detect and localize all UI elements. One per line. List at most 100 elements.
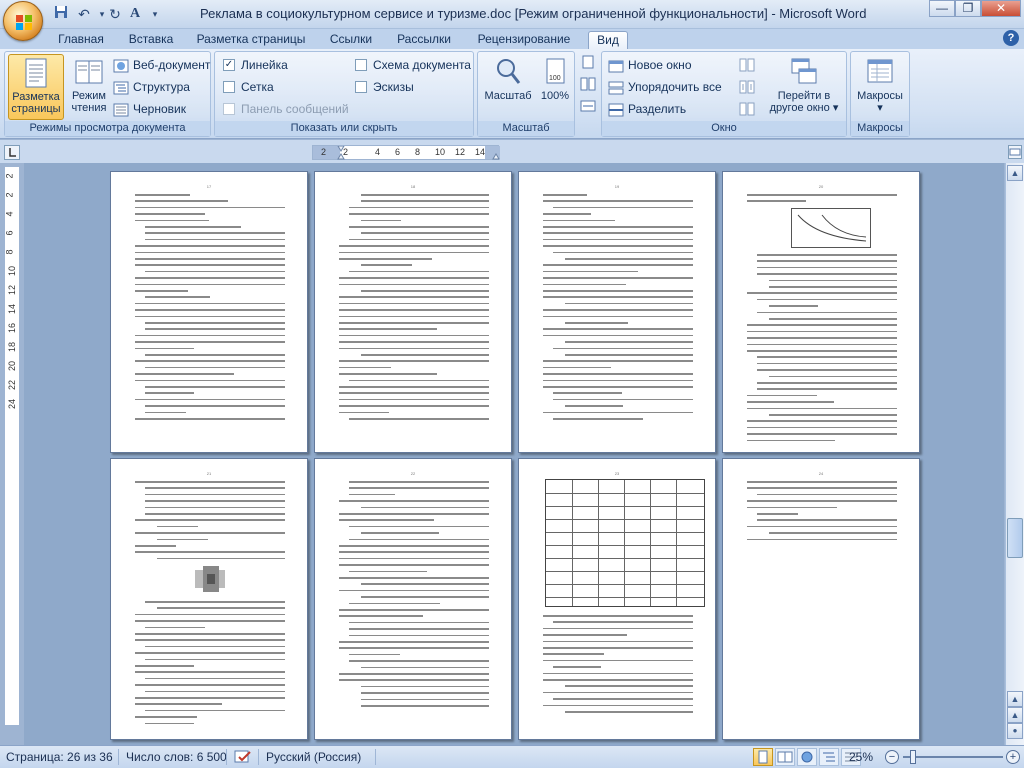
- status-reading-button[interactable]: [775, 748, 795, 766]
- document-page[interactable]: 20: [722, 171, 920, 453]
- zoom-out-button[interactable]: −: [885, 750, 899, 764]
- text-line: [135, 716, 197, 718]
- web-layout-icon: [113, 59, 129, 73]
- text-line: [349, 493, 395, 496]
- ruler-checkbox[interactable]: ✓ Линейка: [223, 56, 288, 75]
- save-icon[interactable]: [52, 5, 70, 23]
- reset-window-position-icon[interactable]: [739, 102, 755, 116]
- synchronous-scrolling-icon[interactable]: [739, 80, 755, 94]
- zoom-slider-thumb[interactable]: [910, 750, 916, 764]
- view-ruler-button[interactable]: [1008, 145, 1022, 159]
- document-page[interactable]: 22: [314, 458, 512, 740]
- full-screen-reading-button[interactable]: Режим чтения: [67, 54, 111, 120]
- zoom-100-button[interactable]: 100 100%: [538, 54, 572, 120]
- two-pages-icon[interactable]: [580, 77, 596, 91]
- text-line: [747, 337, 897, 339]
- text-line: [543, 238, 693, 241]
- text-line: [339, 564, 489, 566]
- draft-button[interactable]: Черновик: [113, 100, 186, 119]
- text-line: [543, 691, 693, 694]
- document-page[interactable]: 19: [518, 171, 716, 453]
- vertical-scrollbar[interactable]: ▲ ▲ ▲ ●: [1005, 163, 1024, 745]
- minimize-button[interactable]: —: [929, 0, 955, 17]
- text-line: [349, 418, 489, 420]
- page-width-icon[interactable]: [580, 99, 596, 113]
- undo-icon[interactable]: ↶: [75, 5, 93, 23]
- macros-label: Макросы: [857, 90, 903, 102]
- status-outline-icon: [823, 752, 835, 762]
- text-line: [747, 407, 897, 410]
- language-indicator[interactable]: Русский (Россия): [266, 750, 361, 764]
- switch-windows-button[interactable]: Перейти в другое окно ▾: [766, 54, 842, 120]
- print-layout-button[interactable]: Разметка страницы: [8, 54, 64, 120]
- view-side-by-side-icon[interactable]: [739, 58, 755, 72]
- document-page[interactable]: 17: [110, 171, 308, 453]
- split-icon: [608, 103, 624, 117]
- h-ruler-tick: 10: [435, 147, 446, 157]
- text-line: [553, 698, 693, 700]
- text-line: [135, 360, 285, 362]
- tab-view[interactable]: Вид: [588, 31, 628, 49]
- group-zoom: Масштаб 100 100% Масштаб: [477, 51, 575, 137]
- document-page[interactable]: 21: [110, 458, 308, 740]
- text-line: [339, 283, 489, 286]
- one-page-icon[interactable]: [580, 55, 596, 69]
- tab-references[interactable]: Ссылки: [323, 31, 379, 49]
- document-map-checkbox[interactable]: Схема документа: [355, 56, 471, 75]
- ruler-check-icon: ✓: [223, 58, 235, 71]
- restore-button[interactable]: ❐: [955, 0, 981, 17]
- document-page[interactable]: 24: [722, 458, 920, 740]
- text-line: [339, 366, 391, 369]
- status-web-button[interactable]: [797, 748, 817, 766]
- vertical-ruler[interactable]: 2 2 4 6 8 10 12 14 16 18 20 22 24: [4, 166, 20, 726]
- scroll-up-button[interactable]: ▲: [1007, 165, 1023, 181]
- tab-selector-button[interactable]: [4, 145, 20, 160]
- document-page[interactable]: 23: [518, 458, 716, 740]
- outline-icon: [113, 81, 129, 95]
- help-icon[interactable]: ?: [1003, 30, 1019, 46]
- qat-customize-icon[interactable]: ▾: [146, 5, 164, 23]
- page-counter[interactable]: Страница: 26 из 36: [6, 750, 113, 764]
- web-layout-button[interactable]: Веб-документ: [113, 56, 210, 75]
- tab-mailings[interactable]: Рассылки: [391, 31, 457, 49]
- split-label: Разделить: [628, 102, 687, 116]
- select-browse-object-button[interactable]: ●: [1007, 723, 1023, 739]
- zoom-level[interactable]: 25%: [849, 750, 873, 764]
- arrange-all-icon: [608, 81, 624, 95]
- new-window-button[interactable]: Новое окно: [608, 56, 692, 75]
- scroll-thumb[interactable]: [1007, 518, 1023, 558]
- h-ruler-tick: 4: [375, 147, 381, 157]
- document-page[interactable]: 18: [314, 171, 512, 453]
- arrange-all-button[interactable]: Упорядочить все: [608, 78, 722, 97]
- tab-page-layout[interactable]: Разметка страницы: [194, 31, 308, 49]
- word-count[interactable]: Число слов: 6 500: [126, 750, 227, 764]
- zoom-label: Масштаб: [484, 90, 532, 102]
- text-line: [135, 213, 205, 215]
- outline-button[interactable]: Структура: [113, 78, 190, 97]
- tab-review[interactable]: Рецензирование: [471, 31, 577, 49]
- thumbnails-checkbox[interactable]: Эскизы: [355, 78, 414, 97]
- zoom-slider-track[interactable]: [903, 756, 1003, 758]
- status-print-layout-button[interactable]: [753, 748, 773, 766]
- zoom-button[interactable]: Масштаб: [482, 54, 534, 120]
- status-outline-button[interactable]: [819, 748, 839, 766]
- macros-button[interactable]: Макросы ▾: [853, 54, 907, 120]
- split-button[interactable]: Разделить: [608, 100, 686, 119]
- close-button[interactable]: ✕: [981, 0, 1021, 17]
- format-icon[interactable]: A: [126, 5, 144, 23]
- tab-home[interactable]: Главная: [52, 31, 110, 49]
- horizontal-ruler[interactable]: 2 2 4 6 8 10 12 14: [312, 145, 500, 160]
- previous-page-button[interactable]: ▲: [1007, 707, 1023, 723]
- spelling-check-icon[interactable]: [234, 750, 252, 767]
- text-line: [135, 613, 285, 616]
- tab-insert[interactable]: Вставка: [123, 31, 179, 49]
- zoom-in-button[interactable]: +: [1006, 750, 1020, 764]
- page-number: 18: [410, 184, 416, 189]
- redo-icon[interactable]: ↻: [106, 5, 124, 23]
- document-area[interactable]: 17 18 19 20 21 22 23 24: [24, 163, 1004, 745]
- v-ruler-tick: 6: [4, 230, 15, 236]
- scroll-down-button[interactable]: ▲: [1007, 691, 1023, 707]
- office-button[interactable]: [3, 1, 43, 41]
- page-number: 20: [818, 184, 824, 189]
- grid-checkbox[interactable]: Сетка: [223, 78, 274, 97]
